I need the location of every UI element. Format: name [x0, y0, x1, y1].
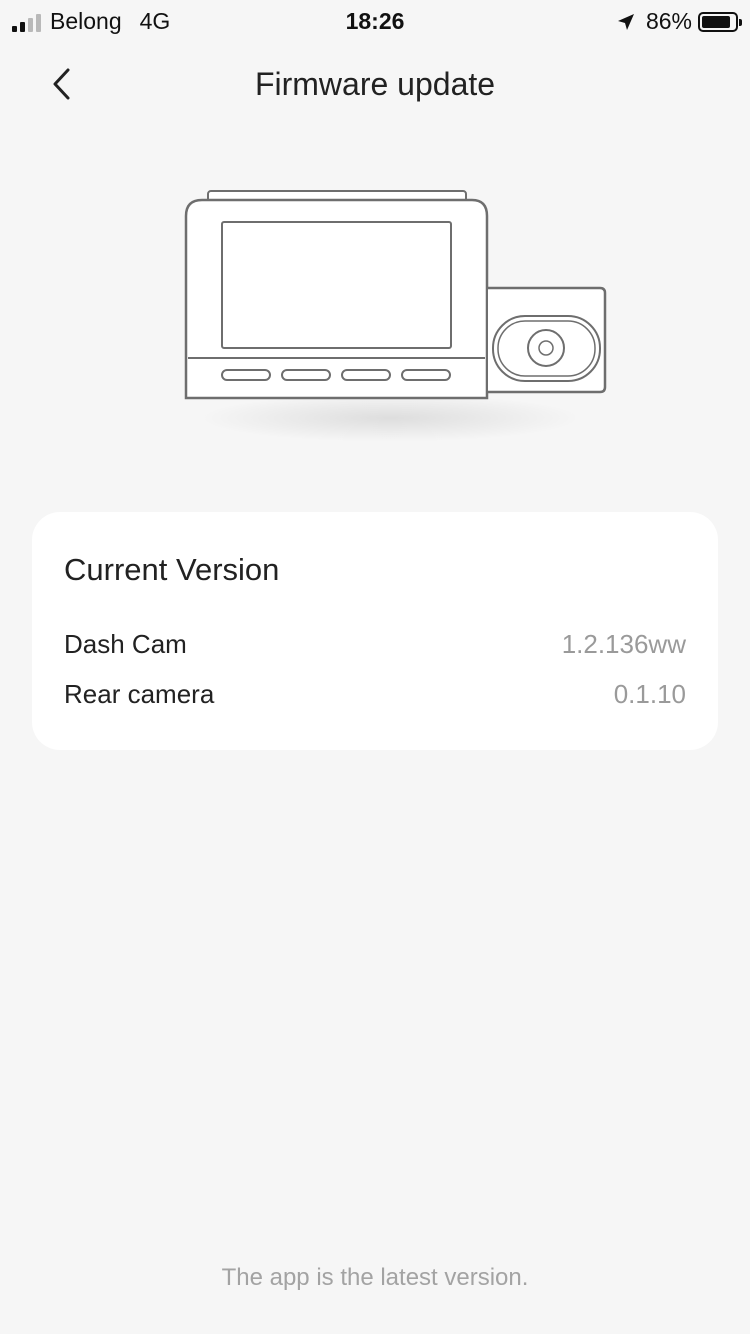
- battery-fill: [702, 15, 730, 28]
- location-arrow-icon: [617, 13, 634, 30]
- card-title: Current Version: [64, 552, 280, 587]
- current-version-card: Current Version Dash Cam 1.2.136ww Rear …: [32, 512, 718, 750]
- version-row-dash-cam: Dash Cam 1.2.136ww: [64, 626, 686, 662]
- status-right: 86%: [616, 8, 742, 35]
- row-value: 0.1.10: [613, 678, 686, 709]
- navigation-bar: Firmware update: [0, 44, 750, 124]
- battery-icon: [698, 11, 742, 32]
- battery-percent: 86%: [645, 8, 692, 34]
- row-value: 1.2.136ww: [561, 628, 686, 659]
- dash-cam-illustration: [170, 180, 620, 460]
- row-label: Rear camera: [64, 678, 215, 709]
- battery-cap: [739, 18, 742, 26]
- latest-version-note: The app is the latest version.: [221, 1264, 529, 1291]
- dash-cam-icon: [184, 190, 607, 442]
- firmware-update-screen: Belong 4G 18:26 86% Firmware update Curr…: [0, 0, 750, 1334]
- status-bar: Belong 4G 18:26 86%: [0, 0, 750, 40]
- row-label: Dash Cam: [64, 628, 187, 659]
- page-title: Firmware update: [254, 66, 496, 102]
- version-row-rear-camera: Rear camera 0.1.10: [64, 676, 686, 712]
